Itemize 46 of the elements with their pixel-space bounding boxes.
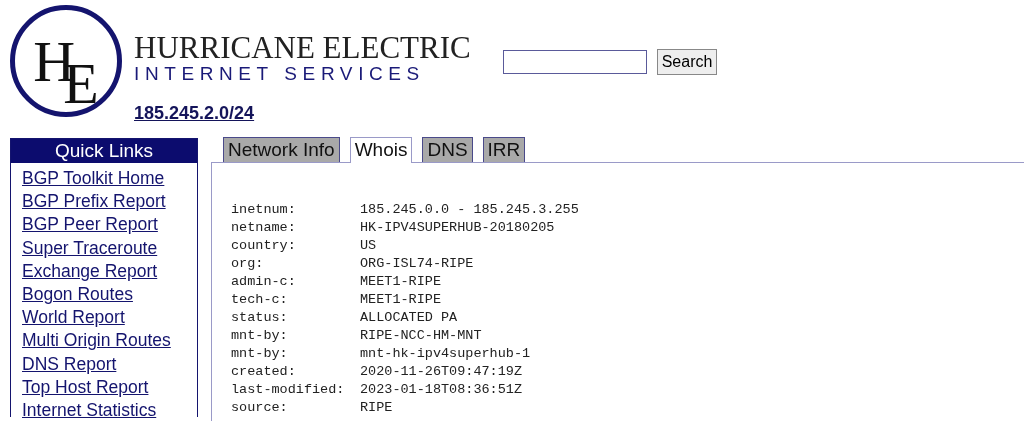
whois-value: MEET1-RIPE (360, 273, 441, 291)
whois-value: 2020-11-26T09:47:19Z (360, 363, 523, 381)
whois-key: country: (231, 237, 360, 255)
quick-link[interactable]: Super Traceroute (22, 237, 158, 258)
whois-value: US (360, 237, 377, 255)
whois-value: 185.245.0.0 - 185.245.3.255 (360, 201, 579, 219)
panel-title: Quick Links (11, 139, 197, 163)
quick-link[interactable]: World Report (22, 307, 125, 328)
tab[interactable]: Network Info (223, 137, 340, 162)
tab[interactable]: DNS (422, 137, 473, 162)
whois-key: created: (231, 363, 360, 381)
whois-key: org: (231, 255, 360, 273)
whois-key: tech-c: (231, 291, 360, 309)
quick-link[interactable]: Top Host Report (22, 376, 149, 397)
quick-link[interactable]: Bogon Routes (22, 284, 133, 304)
search-field[interactable] (502, 50, 647, 74)
quick-link[interactable]: BGP Peer Report (22, 214, 158, 235)
whois-value: ALLOCATED PA (360, 309, 458, 327)
whois-key: inetnum: (231, 201, 360, 219)
whois-value: 2023-01-18T08:36:51Z (360, 381, 523, 399)
whois-key: mnt-by: (231, 327, 360, 345)
whois-key: admin-c: (231, 273, 360, 291)
prefix-link[interactable]: 185.245.2.0/24 (134, 103, 255, 124)
whois-value: MEET1-RIPE (360, 291, 441, 309)
logo-name: HURRICANE ELECTRIC (134, 32, 471, 64)
tab[interactable]: Whois (349, 137, 413, 163)
whois-value: RIPE-NCC-HM-MNT (360, 327, 482, 345)
whois-key: last-modified: (231, 381, 360, 399)
whois-key: mnt-by: (231, 345, 360, 363)
whois-key: netname: (231, 219, 360, 237)
whois-key: source: (231, 399, 360, 417)
quick-link[interactable]: BGP Prefix Report (22, 191, 166, 212)
search-button[interactable]: Search (656, 49, 718, 75)
whois-value: RIPE (360, 399, 393, 417)
logo-tagline: INTERNET SERVICES (134, 64, 426, 84)
whois-value: mnt-hk-ipv4superhub-1 (360, 345, 531, 363)
whois-value: ORG-ISL74-RIPE (360, 255, 474, 273)
logo-monogram: HE (10, 5, 122, 117)
quick-link[interactable]: Multi Origin Routes (22, 330, 171, 351)
quick-link[interactable]: DNS Report (22, 353, 117, 374)
quick-link[interactable]: BGP Toolkit Home (22, 168, 165, 188)
quick-link[interactable]: Internet Statistics (22, 400, 157, 421)
whois-value: HK-IPV4SUPERHUB-20180205 (360, 219, 555, 237)
whois-key: status: (231, 309, 360, 327)
tab[interactable]: IRR (482, 137, 526, 162)
quick-link[interactable]: Exchange Report (22, 260, 158, 281)
